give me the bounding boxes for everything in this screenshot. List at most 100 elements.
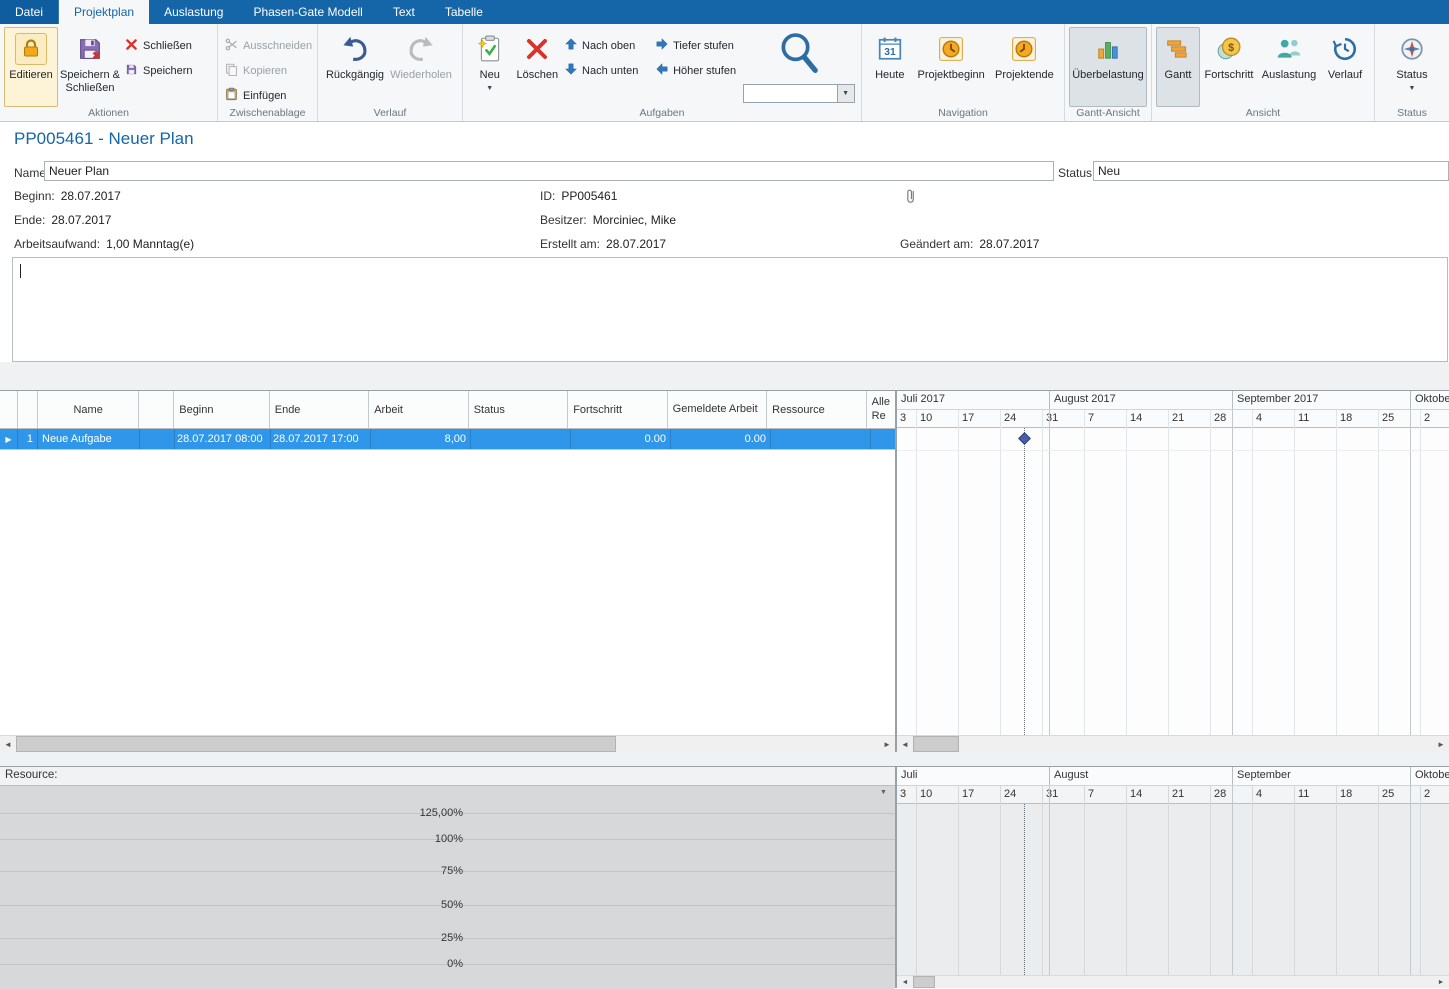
day-label: 21 bbox=[1169, 410, 1210, 428]
cell-rownum[interactable]: 1 bbox=[18, 429, 38, 449]
column-header-ressource[interactable]: Ressource bbox=[767, 391, 866, 428]
schliessen-button[interactable]: Schließen bbox=[122, 35, 208, 56]
column-header-gemeldete-arbeit[interactable]: Gemeldete Arbeit bbox=[668, 391, 767, 428]
task-filter-combo[interactable]: ▼ bbox=[743, 84, 855, 103]
resource-filter-chevron-icon[interactable]: ▼ bbox=[880, 789, 887, 796]
ende-field: Ende:28.07.2017 bbox=[14, 213, 111, 227]
scrollbar-thumb[interactable] bbox=[913, 976, 935, 988]
scroll-left-icon[interactable]: ◄ bbox=[897, 976, 913, 988]
table-row[interactable]: ▶ 1 Neue Aufgabe 28.07.2017 08:00 28.07.… bbox=[0, 429, 895, 450]
cell-ende[interactable]: 28.07.2017 17:00 bbox=[271, 429, 371, 449]
editieren-button[interactable]: Editieren bbox=[4, 27, 58, 107]
status-field-label: Status bbox=[1058, 166, 1092, 180]
day-label: 14 bbox=[1127, 786, 1168, 804]
paperclip-icon[interactable] bbox=[905, 187, 917, 208]
scroll-right-icon[interactable]: ► bbox=[879, 736, 895, 752]
wiederholen-button[interactable]: Wiederholen bbox=[388, 27, 454, 107]
kopieren-button[interactable]: Kopieren bbox=[222, 60, 314, 81]
tab-datei[interactable]: Datei bbox=[0, 0, 59, 24]
scrollbar-thumb[interactable] bbox=[913, 736, 959, 752]
cell-ressource[interactable] bbox=[771, 429, 871, 449]
column-header-arbeit[interactable]: Arbeit bbox=[369, 391, 468, 428]
scroll-right-icon[interactable]: ► bbox=[1433, 736, 1449, 752]
name-input[interactable] bbox=[44, 161, 1054, 181]
tab-auslastung[interactable]: Auslastung bbox=[149, 0, 238, 24]
gantt-week-column: 10 bbox=[917, 410, 959, 735]
nach-unten-button[interactable]: Nach unten bbox=[562, 60, 653, 81]
column-header-icon[interactable] bbox=[139, 391, 174, 428]
name-label: Name bbox=[14, 166, 46, 180]
gantt-week-column: 3 bbox=[897, 410, 917, 735]
resource-month-header: Juli August September Oktobe bbox=[897, 767, 1449, 786]
month-label: September bbox=[1232, 767, 1410, 785]
gantt-button[interactable]: Gantt bbox=[1156, 27, 1200, 107]
new-task-icon bbox=[477, 32, 503, 66]
loeschen-button[interactable]: Löschen bbox=[513, 27, 563, 107]
day-label: 24 bbox=[1001, 786, 1042, 804]
month-label: August 2017 bbox=[1049, 391, 1232, 409]
status-dropdown-icon[interactable]: ▼ bbox=[1409, 85, 1416, 92]
fortschritt-button[interactable]: $ Fortschritt bbox=[1200, 27, 1258, 107]
scroll-right-icon[interactable]: ► bbox=[1433, 976, 1449, 988]
day-label: 4 bbox=[1253, 786, 1294, 804]
column-header-alle-ressourcen[interactable]: Alle Re bbox=[867, 391, 895, 428]
tab-tabelle[interactable]: Tabelle bbox=[430, 0, 498, 24]
cell-name[interactable]: Neue Aufgabe bbox=[38, 429, 140, 449]
lock-icon bbox=[15, 33, 47, 65]
status-input[interactable] bbox=[1093, 161, 1449, 181]
verlauf-button[interactable]: Verlauf bbox=[1320, 27, 1370, 107]
speichern-button[interactable]: Speichern bbox=[122, 60, 208, 81]
day-label: 18 bbox=[1337, 410, 1378, 428]
cell-status[interactable] bbox=[471, 429, 571, 449]
beginn-value: 28.07.2017 bbox=[61, 189, 121, 203]
auslastung-button[interactable]: Auslastung bbox=[1258, 27, 1320, 107]
row-marker-icon: ▶ bbox=[0, 429, 18, 449]
cell-fortschritt[interactable]: 0.00 bbox=[571, 429, 671, 449]
resource-hscrollbar[interactable]: ◄ ► bbox=[897, 975, 1449, 988]
nach-oben-button[interactable]: Nach oben bbox=[562, 35, 653, 56]
search-icon[interactable] bbox=[778, 31, 820, 78]
speichern-schliessen-button[interactable]: Speichern & Schließen bbox=[58, 27, 122, 107]
chevron-down-icon[interactable]: ▼ bbox=[837, 85, 854, 102]
column-header-fortschritt[interactable]: Fortschritt bbox=[568, 391, 667, 428]
cell-arbeit[interactable]: 8,00 bbox=[371, 429, 471, 449]
id-label: ID: bbox=[540, 189, 555, 203]
gantt-hscrollbar[interactable]: ◄ ► bbox=[897, 735, 1449, 752]
rueckgaengig-button[interactable]: Rückgängig bbox=[322, 27, 388, 107]
projektende-button[interactable]: Projektende bbox=[989, 27, 1060, 107]
ausschneiden-button[interactable]: Ausschneiden bbox=[222, 35, 314, 56]
status-compass-icon bbox=[1399, 32, 1425, 66]
scrollbar-thumb[interactable] bbox=[16, 736, 616, 752]
column-header-beginn[interactable]: Beginn bbox=[174, 391, 270, 428]
tab-projektplan[interactable]: Projektplan bbox=[59, 0, 149, 24]
geaendert-field: Geändert am:28.07.2017 bbox=[900, 237, 1039, 251]
ueberbelastung-button[interactable]: Überbelastung bbox=[1069, 27, 1147, 107]
description-field[interactable] bbox=[12, 257, 1448, 362]
gantt-week-column: 4 bbox=[1253, 410, 1295, 735]
projektbeginn-button[interactable]: Projektbeginn bbox=[914, 27, 989, 107]
column-header-ende[interactable]: Ende bbox=[270, 391, 369, 428]
day-label: 21 bbox=[1169, 786, 1210, 804]
cell-gemeldete-arbeit[interactable]: 0.00 bbox=[671, 429, 771, 449]
month-label: August bbox=[1049, 767, 1232, 785]
cell-beginn[interactable]: 28.07.2017 08:00 bbox=[175, 429, 271, 449]
ende-value: 28.07.2017 bbox=[51, 213, 111, 227]
scroll-left-icon[interactable]: ◄ bbox=[0, 736, 16, 752]
einfuegen-button[interactable]: Einfügen bbox=[222, 85, 314, 106]
group-label-gantt-ansicht: Gantt-Ansicht bbox=[1065, 107, 1151, 119]
day-label: 11 bbox=[1295, 786, 1336, 804]
heute-button[interactable]: 31 Heute bbox=[866, 27, 914, 107]
neu-button[interactable]: Neu ▼ bbox=[467, 27, 513, 107]
column-header-status[interactable]: Status bbox=[469, 391, 568, 428]
status-button[interactable]: Status ▼ bbox=[1384, 27, 1440, 107]
scroll-left-icon[interactable]: ◄ bbox=[897, 736, 913, 752]
column-header-name[interactable]: Name bbox=[38, 391, 139, 428]
tab-phasen-gate-modell[interactable]: Phasen-Gate Modell bbox=[238, 0, 377, 24]
neu-dropdown-icon[interactable]: ▼ bbox=[486, 85, 493, 92]
cell-icon[interactable] bbox=[140, 429, 175, 449]
hoeher-stufen-button[interactable]: Höher stufen bbox=[653, 60, 740, 81]
cell-alle-ressourcen[interactable] bbox=[871, 429, 895, 449]
tiefer-stufen-button[interactable]: Tiefer stufen bbox=[653, 35, 740, 56]
task-grid-hscrollbar[interactable]: ◄ ► bbox=[0, 735, 895, 752]
tab-text[interactable]: Text bbox=[378, 0, 430, 24]
